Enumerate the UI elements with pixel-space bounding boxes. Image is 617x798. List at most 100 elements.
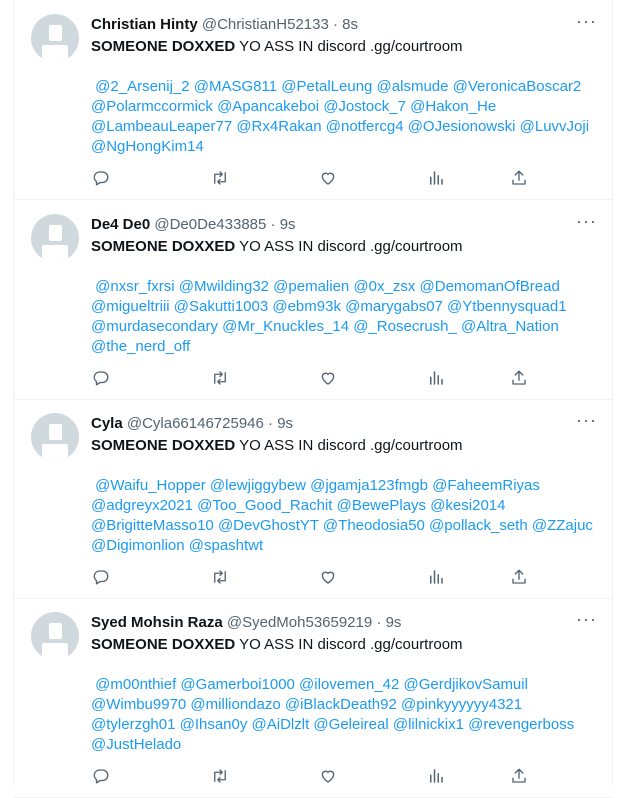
share-button[interactable]: [510, 767, 530, 787]
views-icon: [430, 769, 443, 783]
mention-line[interactable]: @adgreyx2021 @Too_Good_Rachit @BewePlays…: [91, 497, 505, 514]
mentions-block: @Waifu_Hopper @lewjiggybew @jgamja123fmg…: [91, 476, 593, 556]
action-bar: [91, 369, 611, 389]
like-icon: [321, 571, 335, 584]
tweet-3[interactable]: Cyla @Cyla66146725946 · 9s ··· SOMEONE D…: [14, 399, 612, 599]
tweet-2[interactable]: De4 De0 @De0De433885 · 9s ··· SOMEONE DO…: [14, 200, 612, 400]
more-options-button[interactable]: ···: [576, 12, 596, 35]
like-button[interactable]: [319, 568, 339, 588]
more-horizontal-icon: ···: [576, 410, 597, 430]
views-icon: [430, 371, 443, 385]
retweet-icon: [214, 769, 226, 783]
tweet-text-bold: SOMEONE DOXXED: [91, 38, 236, 55]
separator-dot: ·: [333, 16, 338, 33]
mention-line[interactable]: @murdasecondary @Mr_Knuckles_14 @_Rosecr…: [91, 318, 559, 335]
display-name[interactable]: De4 De0: [91, 216, 150, 233]
avatar-placeholder-body: [42, 643, 68, 660]
mention-line[interactable]: @Polarmccormick @Apancakeboi @Jostock_7 …: [91, 98, 496, 115]
share-button[interactable]: [510, 369, 530, 389]
tweet-1[interactable]: Christian Hinty @ChristianH52133 · 8s ··…: [14, 0, 612, 200]
mentions-block: @nxsr_fxrsi @Mwilding32 @pemalien @0x_zs…: [91, 277, 591, 357]
mention-line[interactable]: @migueltriii @Sakutti1003 @ebm93k @maryg…: [91, 298, 567, 315]
views-icon: [430, 171, 443, 185]
avatar-placeholder-body: [42, 245, 68, 262]
mention-line[interactable]: @Wimbu9970 @milliondazo @iBlackDeath92 @…: [91, 696, 522, 713]
mention-line[interactable]: @tylerzgh01 @Ihsan0y @AiDlzlt @Geleireal…: [91, 716, 574, 733]
reply-button[interactable]: [92, 767, 112, 787]
like-button[interactable]: [319, 369, 339, 389]
user-handle[interactable]: @ChristianH52133: [202, 16, 329, 33]
reply-icon: [93, 171, 109, 186]
tweet-text: SOMEONE DOXXED YO ASS IN discord .gg/cou…: [91, 37, 586, 57]
mention-line[interactable]: @NgHongKim14: [91, 138, 204, 155]
views-button[interactable]: [427, 369, 447, 389]
views-icon: [430, 570, 443, 584]
tweet-text-bold: SOMEONE DOXXED: [91, 636, 236, 653]
display-name[interactable]: Christian Hinty: [91, 16, 198, 33]
avatar-placeholder-body: [42, 45, 68, 62]
mention-line[interactable]: @JustHelado: [91, 736, 181, 753]
reply-button[interactable]: [92, 369, 112, 389]
action-bar: [91, 767, 611, 787]
timestamp[interactable]: 8s: [342, 16, 358, 33]
avatar[interactable]: [31, 612, 79, 660]
mentions-block: @2_Arsenij_2 @MASG811 @PetalLeung @alsmu…: [91, 77, 591, 157]
tweet-header: Christian Hinty @ChristianH52133 · 8s: [91, 15, 358, 35]
more-options-button[interactable]: ···: [576, 212, 596, 235]
tweet-text-rest: YO ASS IN discord .gg/courtroom: [235, 238, 463, 255]
avatar-placeholder-body: [42, 444, 68, 461]
like-icon: [321, 770, 335, 783]
tweet-text: SOMEONE DOXXED YO ASS IN discord .gg/cou…: [91, 237, 586, 257]
avatar[interactable]: [31, 413, 79, 461]
mention-line[interactable]: @m00nthief @Gamerboi1000 @ilovemen_42 @G…: [91, 676, 528, 693]
more-options-button[interactable]: ···: [576, 411, 596, 434]
reply-button[interactable]: [92, 568, 112, 588]
tweet-text-rest: YO ASS IN discord .gg/courtroom: [235, 38, 463, 55]
avatar-placeholder-head: [49, 225, 62, 241]
tweet-text-bold: SOMEONE DOXXED: [91, 437, 236, 454]
user-handle[interactable]: @SyedMoh53659219: [227, 614, 372, 631]
retweet-button[interactable]: [211, 169, 231, 189]
mention-line[interactable]: @Digimonlion @spashtwt: [91, 537, 263, 554]
reply-button[interactable]: [92, 169, 112, 189]
timestamp[interactable]: 9s: [386, 614, 402, 631]
timestamp[interactable]: 9s: [277, 415, 293, 432]
retweet-button[interactable]: [211, 568, 231, 588]
reply-icon: [93, 570, 109, 585]
mention-line[interactable]: @Waifu_Hopper @lewjiggybew @jgamja123fmg…: [91, 477, 540, 494]
retweet-icon: [214, 171, 226, 185]
mention-line[interactable]: @the_nerd_off: [91, 338, 190, 355]
like-button[interactable]: [319, 767, 339, 787]
action-bar: [91, 169, 611, 189]
share-button[interactable]: [510, 568, 530, 588]
mention-line[interactable]: @BrigitteMasso10 @DevGhostYT @Theodosia5…: [91, 517, 593, 534]
retweet-button[interactable]: [211, 369, 231, 389]
retweet-button[interactable]: [211, 767, 231, 787]
tweet-text: SOMEONE DOXXED YO ASS IN discord .gg/cou…: [91, 436, 586, 456]
tweet-4[interactable]: Syed Mohsin Raza @SyedMoh53659219 · 9s ·…: [14, 598, 612, 798]
avatar-placeholder-head: [49, 25, 62, 41]
mention-line[interactable]: @LambeauLeaper77 @Rx4Rakan @notfercg4 @O…: [91, 118, 589, 135]
more-horizontal-icon: ···: [576, 211, 597, 231]
more-horizontal-icon: ···: [576, 11, 597, 31]
share-icon: [512, 569, 526, 584]
user-handle[interactable]: @Cyla66146725946: [127, 415, 264, 432]
timestamp[interactable]: 9s: [280, 216, 296, 233]
mention-line[interactable]: @2_Arsenij_2 @MASG811 @PetalLeung @alsmu…: [91, 78, 581, 95]
reply-icon: [93, 769, 109, 784]
views-button[interactable]: [427, 767, 447, 787]
mention-line[interactable]: @nxsr_fxrsi @Mwilding32 @pemalien @0x_zs…: [91, 278, 560, 295]
user-handle[interactable]: @De0De433885: [154, 216, 266, 233]
avatar[interactable]: [31, 14, 79, 62]
more-options-button[interactable]: ···: [576, 610, 596, 633]
avatar-placeholder-head: [49, 424, 62, 440]
display-name[interactable]: Syed Mohsin Raza: [91, 614, 223, 631]
like-button[interactable]: [319, 169, 339, 189]
views-button[interactable]: [427, 568, 447, 588]
share-button[interactable]: [510, 169, 530, 189]
avatar[interactable]: [31, 214, 79, 262]
views-button[interactable]: [427, 169, 447, 189]
display-name[interactable]: Cyla: [91, 415, 123, 432]
tweet-header: Cyla @Cyla66146725946 · 9s: [91, 414, 293, 434]
tweet-text-rest: YO ASS IN discord .gg/courtroom: [235, 437, 463, 454]
